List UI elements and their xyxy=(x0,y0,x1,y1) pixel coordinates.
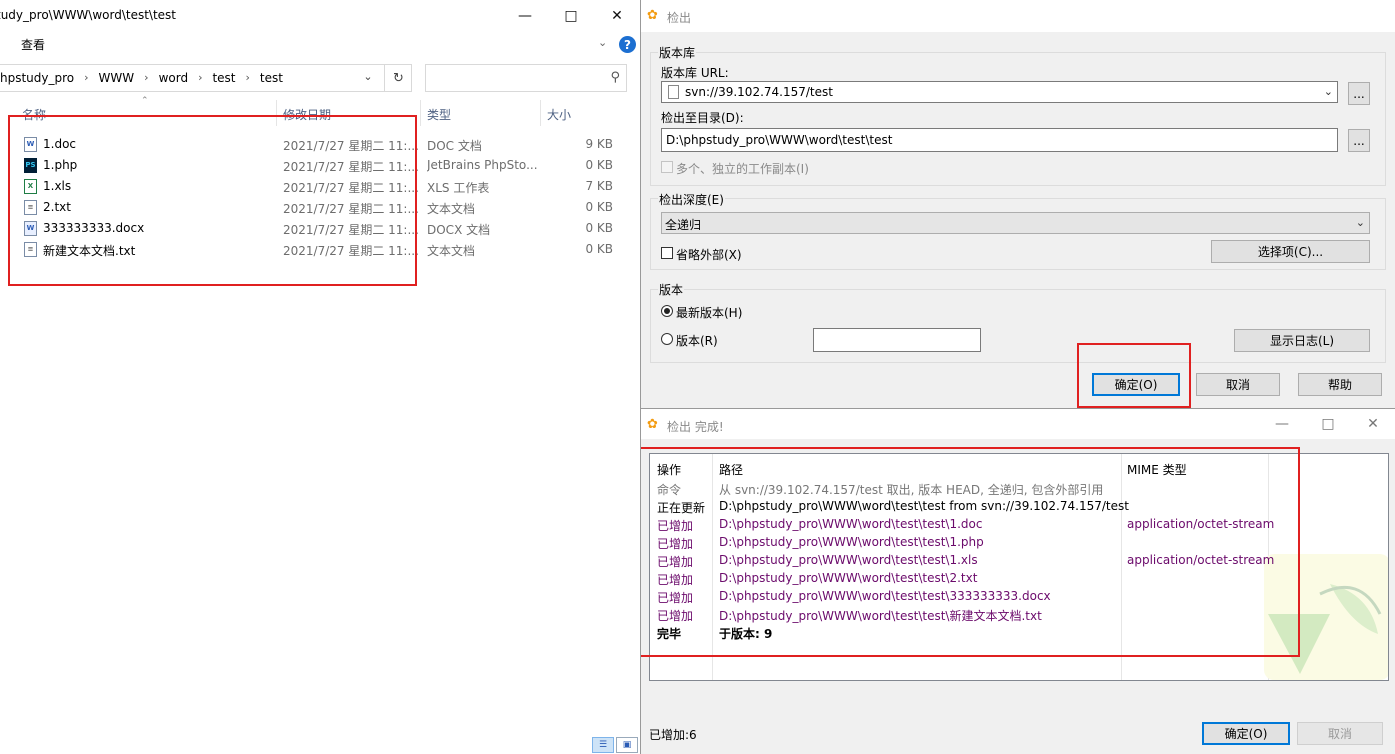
minimize-icon[interactable]: — xyxy=(502,0,548,32)
directory-value: D:\phpstudy_pro\WWW\word\test\test xyxy=(666,133,893,147)
large-icons-view-icon[interactable]: ▣ xyxy=(616,737,638,753)
chevron-right-icon: › xyxy=(198,71,203,84)
file-type: DOC 文档 xyxy=(427,139,482,153)
url-value: svn://39.102.74.157/test xyxy=(685,85,833,99)
depth-value: 全递归 xyxy=(665,218,702,232)
finished-title: 检出 完成! xyxy=(667,420,724,434)
omit-externals-label: 省略外部(X) xyxy=(676,248,742,262)
chevron-right-icon: › xyxy=(245,71,250,84)
file-size: 9 KB xyxy=(585,137,613,151)
highlight-box xyxy=(8,115,417,286)
address-bar[interactable]: hpstudy_pro › WWW › word › test › test ⌄… xyxy=(0,64,412,92)
depth-select[interactable]: 全递归 ⌄ xyxy=(661,212,1370,234)
chevron-down-icon[interactable]: ⌄ xyxy=(358,70,378,83)
revision-group-label: 版本 xyxy=(658,281,685,298)
explorer-titlebar: tudy_pro\WWW\word\test\test — □ ✕ xyxy=(0,0,640,32)
breadcrumb: hpstudy_pro › WWW › word › test › test xyxy=(0,71,289,85)
file-size: 0 KB xyxy=(585,242,613,256)
tortoisesvn-icon: ✿ xyxy=(647,8,658,23)
maximize-icon[interactable]: □ xyxy=(1305,409,1351,439)
checkout-dialog: ✿ 检出 版本库 版本库 URL: svn://39.102.74.157/te… xyxy=(640,0,1395,408)
breadcrumb-item[interactable]: test xyxy=(260,71,283,85)
refresh-icon[interactable]: ↻ xyxy=(384,65,412,91)
browse-url-button[interactable]: ... xyxy=(1348,82,1370,105)
explorer-title: tudy_pro\WWW\word\test\test xyxy=(0,8,177,22)
close-icon[interactable]: ✕ xyxy=(1350,409,1395,439)
sort-ascending-icon: ⌃ xyxy=(141,96,149,106)
file-type: 文本文档 xyxy=(427,202,476,216)
ok-button[interactable]: 确定(O) xyxy=(1202,722,1290,745)
depth-group-label: 检出深度(E) xyxy=(658,191,725,208)
maximize-icon[interactable]: □ xyxy=(548,0,594,32)
head-revision-label: 最新版本(H) xyxy=(676,306,743,320)
status-text: 已增加:6 xyxy=(649,728,697,742)
tortoisesvn-icon: ✿ xyxy=(647,417,658,432)
multiple-working-copies-label: 多个、独立的工作副本(I) xyxy=(676,162,809,176)
minimize-icon[interactable]: — xyxy=(1259,409,1305,439)
chevron-down-icon[interactable]: ⌄ xyxy=(1356,216,1365,229)
specific-revision-radio[interactable] xyxy=(661,333,673,345)
search-icon[interactable]: ⚲ xyxy=(610,70,620,85)
close-icon[interactable]: ✕ xyxy=(594,0,640,32)
cancel-button[interactable]: 取消 xyxy=(1196,373,1280,396)
column-header-size[interactable]: 大小 xyxy=(547,106,571,123)
file-size: 0 KB xyxy=(585,221,613,235)
revision-input[interactable] xyxy=(813,328,981,352)
checkout-finished-dialog: ✿ 检出 完成! — □ ✕ 操作 路径 MIME 类型 命令 从 svn://… xyxy=(640,408,1395,754)
file-icon xyxy=(668,85,679,99)
file-type: XLS 工作表 xyxy=(427,181,490,195)
breadcrumb-item[interactable]: hpstudy_pro xyxy=(0,71,74,85)
repository-group-label: 版本库 xyxy=(658,44,697,61)
omit-externals-checkbox[interactable] xyxy=(661,247,673,259)
search-input[interactable] xyxy=(430,66,605,90)
column-divider[interactable] xyxy=(540,100,541,126)
directory-label: 检出至目录(D): xyxy=(661,111,744,125)
column-divider[interactable] xyxy=(420,100,421,126)
checkout-title: 检出 xyxy=(667,11,692,25)
chevron-down-icon[interactable]: ⌄ xyxy=(1324,85,1333,98)
highlight-box xyxy=(641,447,1300,657)
details-view-icon[interactable]: ☰ xyxy=(592,737,614,753)
url-combobox[interactable]: svn://39.102.74.157/test ⌄ xyxy=(661,81,1338,103)
breadcrumb-item[interactable]: word xyxy=(159,71,189,85)
help-icon[interactable]: ? xyxy=(619,36,636,53)
file-type: DOCX 文档 xyxy=(427,223,491,237)
checkout-titlebar: ✿ 检出 xyxy=(641,0,1395,32)
file-size: 0 KB xyxy=(585,200,613,214)
specific-revision-label: 版本(R) xyxy=(676,334,718,348)
head-revision-radio[interactable] xyxy=(661,305,673,317)
directory-input[interactable]: D:\phpstudy_pro\WWW\word\test\test xyxy=(661,128,1338,152)
file-size: 0 KB xyxy=(585,158,613,172)
browse-directory-button[interactable]: ... xyxy=(1348,129,1370,152)
breadcrumb-item[interactable]: WWW xyxy=(99,71,135,85)
file-explorer-window: tudy_pro\WWW\word\test\test — □ ✕ 查看 ⌄ ?… xyxy=(0,0,640,754)
cancel-button[interactable]: 取消 xyxy=(1297,722,1383,745)
chevron-right-icon: › xyxy=(144,71,149,84)
highlight-box xyxy=(1077,343,1191,408)
column-header-type[interactable]: 类型 xyxy=(427,106,451,123)
chevron-right-icon: › xyxy=(84,71,89,84)
file-type: JetBrains PhpSto... xyxy=(427,158,537,172)
finished-titlebar: ✿ 检出 完成! — □ ✕ xyxy=(641,409,1395,439)
url-label: 版本库 URL: xyxy=(661,66,729,80)
options-button[interactable]: 选择项(C)... xyxy=(1211,240,1370,263)
ribbon-tab-view[interactable]: 查看 xyxy=(21,36,45,53)
help-button[interactable]: 帮助 xyxy=(1298,373,1382,396)
show-log-button[interactable]: 显示日志(L) xyxy=(1234,329,1370,352)
file-size: 7 KB xyxy=(585,179,613,193)
ribbon: 查看 xyxy=(0,32,640,58)
file-type: 文本文档 xyxy=(427,244,476,258)
view-toggle: ☰ ▣ xyxy=(592,737,638,753)
multiple-working-copies-checkbox[interactable] xyxy=(661,161,673,173)
search-box: ⚲ xyxy=(425,64,627,92)
breadcrumb-item[interactable]: test xyxy=(212,71,235,85)
ribbon-expand-icon[interactable]: ⌄ xyxy=(598,36,607,49)
